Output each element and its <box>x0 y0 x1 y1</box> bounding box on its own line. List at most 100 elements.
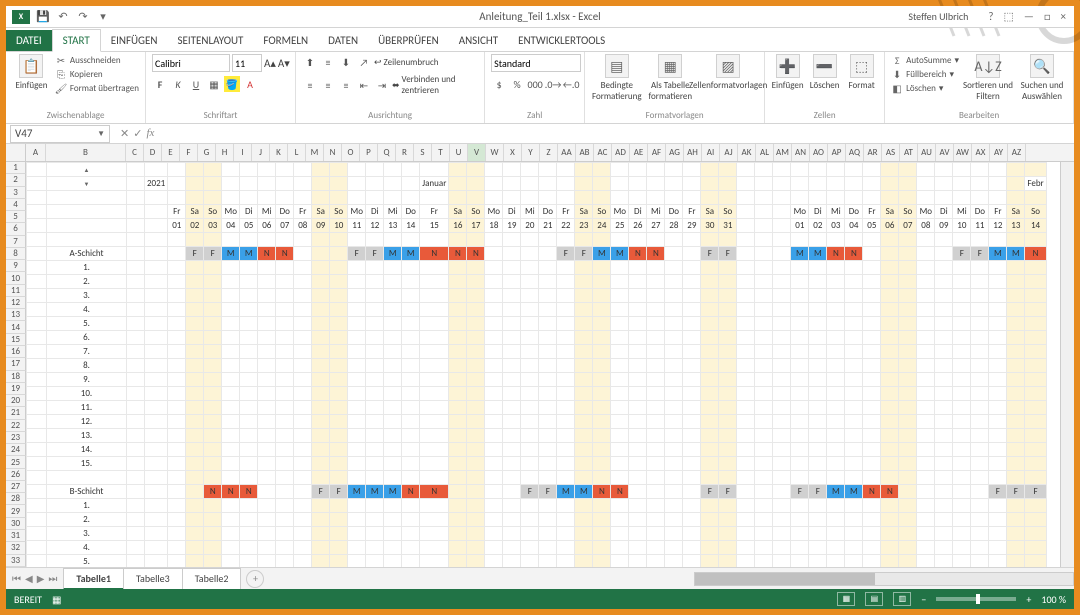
col-header-M[interactable]: M <box>306 144 324 161</box>
format-painter-button[interactable]: 🖌Format übertragen <box>55 82 139 94</box>
row-header-7[interactable]: 7 <box>6 236 26 248</box>
zoom-out-icon[interactable]: − <box>921 593 926 606</box>
indent-decrease-icon[interactable]: ⇤ <box>356 77 372 93</box>
col-header-AH[interactable]: AH <box>684 144 702 161</box>
sheet-tab-tabelle3[interactable]: Tabelle3 <box>123 568 183 590</box>
col-header-AS[interactable]: AS <box>882 144 900 161</box>
col-header-D[interactable]: D <box>144 144 162 161</box>
fill-button[interactable]: ⬇Füllbereich ▾ <box>891 68 959 80</box>
ribbon-tab-formeln[interactable]: FORMELN <box>253 30 318 51</box>
col-header-AD[interactable]: AD <box>612 144 630 161</box>
row-header-21[interactable]: 21 <box>6 407 26 419</box>
cell-styles-button[interactable]: ▨Zellenformatvorlagen <box>698 54 758 91</box>
col-header-AN[interactable]: AN <box>792 144 810 161</box>
format-as-table-button[interactable]: ▦Als Tabelle formatieren <box>646 54 694 102</box>
font-color-button[interactable]: A <box>242 76 258 92</box>
row-header-26[interactable]: 26 <box>6 469 26 481</box>
row-header-5[interactable]: 5 <box>6 211 26 223</box>
sheet-tab-tabelle1[interactable]: Tabelle1 <box>63 568 124 590</box>
col-header-AF[interactable]: AF <box>648 144 666 161</box>
conditional-formatting-button[interactable]: ▤Bedingte Formatierung <box>591 54 642 102</box>
page-layout-view-icon[interactable]: ▤ <box>865 592 883 606</box>
enter-formula-icon[interactable]: ✓ <box>133 127 142 140</box>
ribbon-tab-entwicklertools[interactable]: ENTWICKLERTOOLS <box>508 30 615 51</box>
row-header-15[interactable]: 15 <box>6 334 26 346</box>
tab-scroll-next-icon[interactable]: ▶ <box>37 572 45 585</box>
col-header-AE[interactable]: AE <box>630 144 648 161</box>
col-header-AA[interactable]: AA <box>558 144 576 161</box>
maximize-icon[interactable]: □ <box>1044 10 1051 23</box>
col-header-V[interactable]: V <box>468 144 486 161</box>
save-icon[interactable]: 💾 <box>36 10 50 24</box>
row-header-2[interactable]: 2 <box>6 174 26 186</box>
row-header-12[interactable]: 12 <box>6 297 26 309</box>
bold-button[interactable]: F <box>152 76 168 92</box>
zoom-in-icon[interactable]: + <box>1026 593 1031 606</box>
row-header-6[interactable]: 6 <box>6 223 26 235</box>
col-header-E[interactable]: E <box>162 144 180 161</box>
increase-font-icon[interactable]: A▴ <box>264 57 276 70</box>
col-header-G[interactable]: G <box>198 144 216 161</box>
col-header-AO[interactable]: AO <box>810 144 828 161</box>
autosum-button[interactable]: ΣAutoSumme ▾ <box>891 54 959 66</box>
col-header-X[interactable]: X <box>504 144 522 161</box>
align-left-icon[interactable]: ≡ <box>302 77 318 93</box>
row-header-8[interactable]: 8 <box>6 248 26 260</box>
align-bottom-icon[interactable]: ⬇ <box>338 54 354 70</box>
tab-scroll-first-icon[interactable]: ⏮ <box>12 572 21 585</box>
col-header-W[interactable]: W <box>486 144 504 161</box>
ribbon-tab-start[interactable]: START <box>52 29 101 52</box>
row-header-28[interactable]: 28 <box>6 493 26 505</box>
font-size-combo[interactable] <box>232 54 262 72</box>
percent-icon[interactable]: % <box>509 76 525 92</box>
row-header-22[interactable]: 22 <box>6 420 26 432</box>
comma-icon[interactable]: 000 <box>527 76 543 92</box>
col-header-AP[interactable]: AP <box>828 144 846 161</box>
col-header-K[interactable]: K <box>270 144 288 161</box>
col-header-A[interactable]: A <box>26 144 46 161</box>
row-header-25[interactable]: 25 <box>6 456 26 468</box>
col-header-J[interactable]: J <box>252 144 270 161</box>
format-cells-button[interactable]: ⬚Format <box>845 54 878 91</box>
align-right-icon[interactable]: ≡ <box>338 77 354 93</box>
row-header-4[interactable]: 4 <box>6 199 26 211</box>
col-header-L[interactable]: L <box>288 144 306 161</box>
sort-filter-button[interactable]: A↓ZSortieren und Filtern <box>963 54 1013 102</box>
row-header-32[interactable]: 32 <box>6 542 26 554</box>
decrease-font-icon[interactable]: A▾ <box>278 57 290 70</box>
col-header-T[interactable]: T <box>432 144 450 161</box>
row-header-13[interactable]: 13 <box>6 309 26 321</box>
col-header-AJ[interactable]: AJ <box>720 144 738 161</box>
col-header-Q[interactable]: Q <box>378 144 396 161</box>
select-all-corner[interactable] <box>6 144 26 162</box>
indent-increase-icon[interactable]: ⇥ <box>374 77 390 93</box>
row-header-23[interactable]: 23 <box>6 432 26 444</box>
help-icon[interactable]: ? <box>988 10 993 23</box>
currency-icon[interactable]: $ <box>491 76 507 92</box>
col-header-Z[interactable]: Z <box>540 144 558 161</box>
row-header-17[interactable]: 17 <box>6 358 26 370</box>
row-header-16[interactable]: 16 <box>6 346 26 358</box>
merge-button[interactable]: ⬌Verbinden und zentrieren <box>392 74 478 96</box>
ribbon-tab-daten[interactable]: DATEN <box>318 30 368 51</box>
orientation-icon[interactable]: ↗ <box>356 54 372 70</box>
row-header-10[interactable]: 10 <box>6 272 26 284</box>
row-header-29[interactable]: 29 <box>6 505 26 517</box>
zoom-slider[interactable] <box>936 597 1016 601</box>
row-header-14[interactable]: 14 <box>6 321 26 333</box>
col-header-AU[interactable]: AU <box>918 144 936 161</box>
row-header-3[interactable]: 3 <box>6 187 26 199</box>
row-header-31[interactable]: 31 <box>6 530 26 542</box>
col-header-AG[interactable]: AG <box>666 144 684 161</box>
italic-button[interactable]: K <box>170 76 186 92</box>
minimize-icon[interactable]: — <box>1024 10 1034 23</box>
row-header-27[interactable]: 27 <box>6 481 26 493</box>
row-header-1[interactable]: 1 <box>6 162 26 174</box>
col-header-AZ[interactable]: AZ <box>1008 144 1026 161</box>
redo-icon[interactable]: ↷ <box>76 10 90 24</box>
find-select-button[interactable]: 🔍Suchen und Auswählen <box>1017 54 1067 102</box>
ribbon-display-icon[interactable]: ⬚ <box>1003 10 1013 23</box>
undo-icon[interactable]: ↶ <box>56 10 70 24</box>
sheet-tab-tabelle2[interactable]: Tabelle2 <box>182 568 242 590</box>
col-header-AM[interactable]: AM <box>774 144 792 161</box>
